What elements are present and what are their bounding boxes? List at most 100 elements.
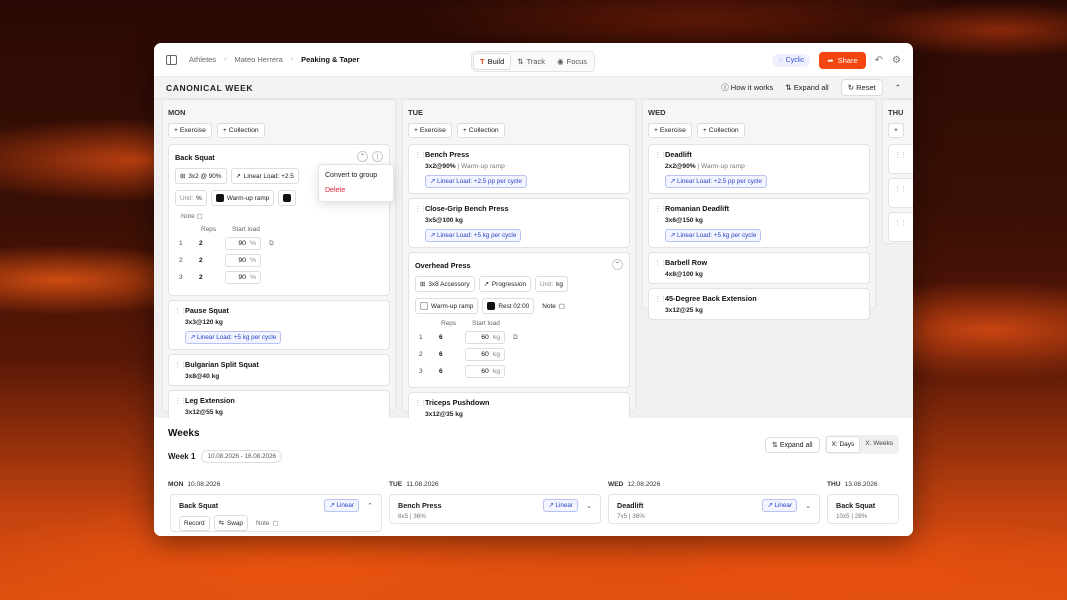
- linear-load-badge[interactable]: ↗ Linear Load: +2.5 pp per cycle: [665, 175, 767, 188]
- week-exercise-card[interactable]: Bench Press 8x5 | 36% ↗ Linear ⌄: [389, 494, 601, 524]
- exercise-card[interactable]: ⋮⋮ Bench Press 3x2@90% | Warm-up ramp ↗ Lin…: [408, 144, 630, 194]
- tab-build[interactable]: T Build: [473, 53, 512, 70]
- linear-load-badge[interactable]: ↗ Linear Load: +5 kg per cycle: [425, 229, 522, 242]
- drag-handle-icon[interactable]: ⋮⋮: [894, 219, 907, 227]
- chevron-up-icon[interactable]: ⌃: [367, 502, 373, 510]
- week-exercise-card[interactable]: Back Squat 10x5 | 28%: [827, 494, 899, 524]
- tab-track[interactable]: ⇅ Track: [511, 53, 551, 70]
- drag-handle-icon[interactable]: ⋮⋮: [414, 205, 427, 213]
- unit-select[interactable]: Unit:%: [175, 190, 207, 206]
- collapse-card-icon[interactable]: ⌃: [612, 259, 623, 270]
- how-it-works-button[interactable]: ⓘ How it works: [721, 82, 773, 93]
- exercise-card[interactable]: ⋮⋮ 45-Degree Back Extension 3x12@25 kg: [648, 288, 870, 320]
- copy-icon[interactable]: ⧉: [513, 334, 518, 342]
- menu-delete[interactable]: Delete: [319, 183, 393, 198]
- exercise-card[interactable]: ⋮⋮ Close-Grip Bench Press 3x5@100 kg ↗ Line…: [408, 198, 630, 248]
- rest-toggle[interactable]: Rest 02:00: [482, 298, 535, 314]
- exercise-card[interactable]: ⋮⋮: [888, 178, 913, 208]
- progression-chip[interactable]: ↗ Progression: [478, 276, 532, 292]
- linear-load-badge[interactable]: ↗ Linear Load: +2.5 pp per cycle: [425, 175, 527, 188]
- add-collection-button[interactable]: + Collection: [696, 123, 745, 138]
- reset-button[interactable]: ↻ Reset: [840, 79, 883, 96]
- drag-handle-icon[interactable]: ⋮⋮: [414, 399, 427, 407]
- scheme-chip[interactable]: ⊞ 3x2 @ 90%: [175, 168, 227, 184]
- warmup-toggle[interactable]: Warm-up ramp: [415, 298, 479, 314]
- note-button[interactable]: Note ▢: [181, 212, 383, 220]
- collapse-icon[interactable]: ⌃: [895, 83, 901, 92]
- undo-icon[interactable]: ↶: [875, 55, 883, 66]
- menu-convert-to-group[interactable]: Convert to group: [319, 168, 393, 183]
- sidebar-toggle-icon[interactable]: [166, 54, 177, 65]
- swap-button[interactable]: ⇆ Swap: [213, 515, 248, 531]
- scheme-chip[interactable]: ⊞ 3x8 Accessory: [415, 276, 475, 292]
- drag-handle-icon[interactable]: ⋮⋮: [174, 307, 187, 315]
- drag-handle-icon[interactable]: ⋮⋮: [654, 151, 667, 159]
- weeks-expand-all-button[interactable]: ⇅ Expand all: [765, 436, 820, 453]
- load-input[interactable]: 60 kg: [465, 331, 505, 344]
- exercise-card[interactable]: ⋮⋮ Triceps Pushdown 3x12@35 kg: [408, 392, 630, 418]
- exercise-card[interactable]: ⋮⋮ Leg Extension 3x12@55 kg: [168, 390, 390, 418]
- week-exercise-card[interactable]: Back Squat ↗ Linear ⌃ Record ⇆ Swap Note ▢: [170, 494, 382, 532]
- x-weeks-toggle[interactable]: X: Weeks: [860, 436, 898, 453]
- add-collection-button[interactable]: + Collection: [216, 123, 265, 138]
- drag-handle-icon[interactable]: ⋮⋮: [174, 397, 187, 405]
- exercise-card-expanded[interactable]: Overhead Press ⌃ ⊞ 3x8 Accessory ↗ Progres…: [408, 252, 630, 388]
- add-exercise-button[interactable]: + Exercise: [408, 123, 452, 138]
- progression-chip[interactable]: ↗ Linear Load: +2.5: [230, 168, 299, 184]
- set-reps[interactable]: 2: [199, 274, 225, 281]
- add-collection-button[interactable]: + Collection: [456, 123, 505, 138]
- drag-handle-icon[interactable]: ⋮⋮: [654, 295, 667, 303]
- exercise-card[interactable]: ⋮⋮ Romanian Deadlift 3x6@150 kg ↗ Linear Lo…: [648, 198, 870, 248]
- exercise-card[interactable]: ⋮⋮ Pause Squat 3x3@120 kg ↗ Linear Load: +5…: [168, 300, 390, 350]
- drag-handle-icon[interactable]: ⋮⋮: [174, 361, 187, 369]
- tab-focus[interactable]: ◉ Focus: [551, 53, 593, 70]
- gear-icon[interactable]: ⚙: [892, 55, 901, 66]
- linear-badge[interactable]: ↗ Linear: [762, 499, 797, 512]
- linear-load-badge[interactable]: ↗ Linear Load: +5 kg per cycle: [185, 331, 282, 344]
- add-exercise-button[interactable]: + Exercise: [648, 123, 692, 138]
- share-button[interactable]: ➦ Share: [819, 52, 866, 69]
- set-reps[interactable]: 2: [199, 257, 225, 264]
- set-reps[interactable]: 2: [199, 240, 225, 247]
- set-reps[interactable]: 6: [439, 368, 465, 375]
- record-button[interactable]: Record: [179, 515, 210, 531]
- note-button[interactable]: Note ▢: [252, 516, 283, 530]
- exercise-card[interactable]: ⋮⋮: [888, 144, 913, 174]
- x-days-toggle[interactable]: X: Days: [825, 436, 861, 453]
- unit-select[interactable]: Unit: kg: [535, 276, 568, 292]
- linear-badge[interactable]: ↗ Linear: [324, 499, 359, 512]
- note-button[interactable]: Note ▢: [538, 298, 569, 314]
- exercise-card[interactable]: ⋮⋮ Bulgarian Split Squat 3x8@40 kg: [168, 354, 390, 386]
- rest-toggle[interactable]: [278, 190, 297, 206]
- add-exercise-button[interactable]: + Exercise: [168, 123, 212, 138]
- chevron-down-icon[interactable]: ⌄: [805, 502, 811, 510]
- load-input[interactable]: 60 kg: [465, 365, 505, 378]
- drag-handle-icon[interactable]: ⋮⋮: [894, 185, 907, 193]
- breadcrumb-athlete[interactable]: Mateo Herrera: [234, 55, 282, 64]
- warmup-toggle[interactable]: Warm-up ramp: [210, 190, 275, 206]
- load-input[interactable]: 90%: [225, 271, 261, 284]
- expand-all-button[interactable]: ⇅ Expand all: [785, 83, 828, 92]
- chevron-down-icon[interactable]: ⌄: [586, 502, 592, 510]
- drag-handle-icon[interactable]: ⋮⋮: [654, 259, 667, 267]
- exercise-card[interactable]: ⋮⋮ Deadlift 2x2@90% | Warm-up ramp ↗ Linear…: [648, 144, 870, 194]
- add-exercise-button[interactable]: +: [888, 123, 904, 138]
- drag-handle-icon[interactable]: ⋮⋮: [414, 151, 427, 159]
- set-reps[interactable]: 6: [439, 351, 465, 358]
- copy-icon[interactable]: ⧉: [269, 240, 274, 248]
- more-icon[interactable]: ⋮: [372, 151, 383, 162]
- breadcrumb-athletes[interactable]: Athletes: [189, 55, 216, 64]
- load-input[interactable]: 90%: [225, 254, 261, 267]
- drag-handle-icon[interactable]: ⋮⋮: [654, 205, 667, 213]
- linear-badge[interactable]: ↗ Linear: [543, 499, 578, 512]
- load-input[interactable]: 90%: [225, 237, 261, 250]
- drag-handle-icon[interactable]: ⋮⋮: [894, 151, 907, 159]
- week-exercise-card[interactable]: Deadlift 7x5 | 36% ↗ Linear ⌄: [608, 494, 820, 524]
- exercise-card[interactable]: ⋮⋮: [888, 212, 913, 242]
- exercise-card[interactable]: ⋮⋮ Barbell Row 4x8@100 kg: [648, 252, 870, 284]
- linear-load-badge[interactable]: ↗ Linear Load: +5 kg per cycle: [665, 229, 762, 242]
- set-reps[interactable]: 6: [439, 334, 465, 341]
- load-input[interactable]: 60 kg: [465, 348, 505, 361]
- collapse-card-icon[interactable]: ⌃: [357, 151, 368, 162]
- cyclic-badge[interactable]: ◌ Cyclic: [772, 54, 811, 67]
